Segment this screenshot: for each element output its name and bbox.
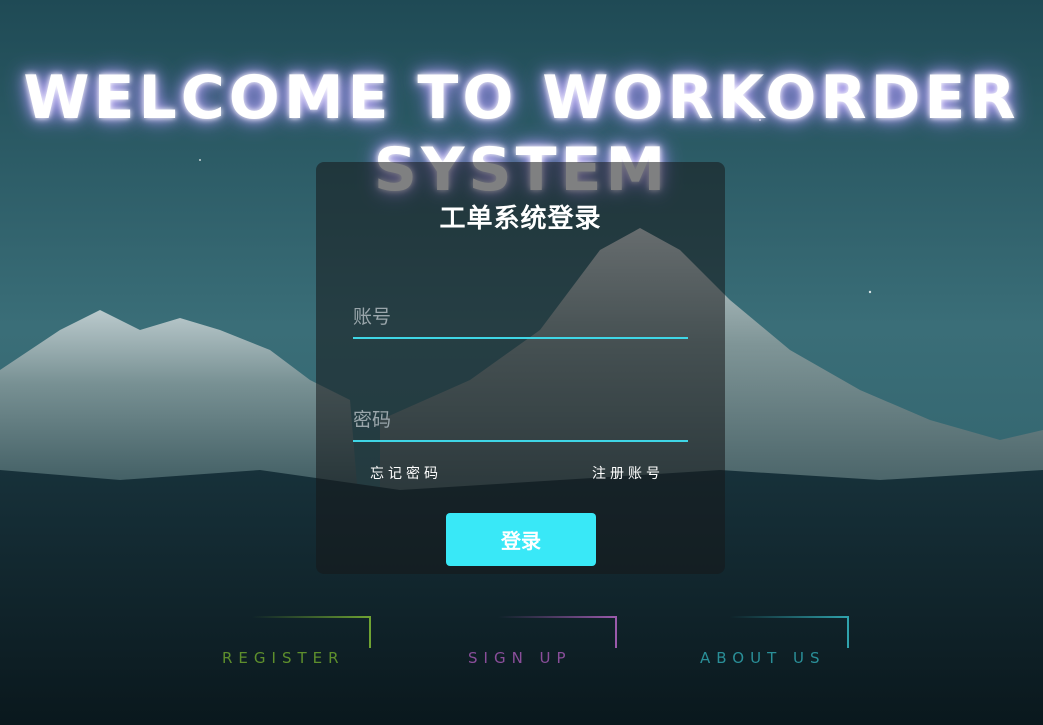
footer-label-about-us: ABOUT US (700, 649, 826, 667)
login-card: 工单系统登录 忘记密码 注册账号 登录 (316, 162, 725, 574)
footer-link-register[interactable]: REGISTER (222, 616, 372, 668)
login-button[interactable]: 登录 (446, 513, 596, 566)
forgot-password-link[interactable]: 忘记密码 (370, 463, 442, 483)
password-input[interactable] (353, 400, 688, 440)
about-us-bracket-icon (730, 616, 849, 648)
account-input[interactable] (353, 297, 688, 337)
login-title: 工单系统登录 (439, 204, 602, 234)
welcome-headline-line1: WELCOME TO WORKORDER (23, 63, 1020, 134)
footer-link-sign-up[interactable]: SIGN UP (468, 616, 618, 668)
account-field-wrapper (353, 297, 688, 339)
footer-label-register: REGISTER (222, 649, 345, 667)
password-field-wrapper (353, 400, 688, 442)
sign-up-bracket-icon (498, 616, 617, 648)
register-bracket-icon (252, 616, 371, 648)
register-account-link[interactable]: 注册账号 (592, 463, 664, 483)
footer-link-about-us[interactable]: ABOUT US (700, 616, 850, 668)
footer-label-sign-up: SIGN UP (468, 649, 572, 667)
